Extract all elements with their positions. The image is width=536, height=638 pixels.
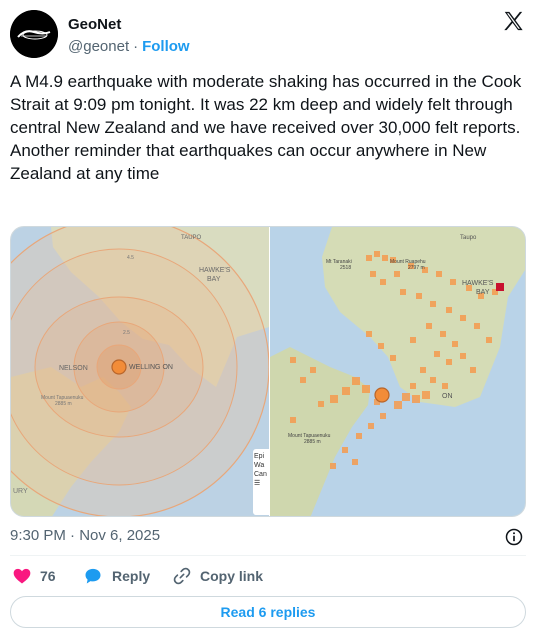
intensity-map-graphic: TAUPO HAWKE'S BAY NELSON WELLING ON 2.5 4… — [11, 227, 269, 516]
map-legend-panel[interactable]: Epi Wa Can ☰ — [253, 449, 269, 515]
label-nelson: NELSON — [59, 365, 88, 372]
timestamp-row: 9:30 PM · Nov 6, 2025 — [10, 527, 526, 547]
label-contour-25: 2.5 — [123, 330, 130, 336]
link-icon — [173, 567, 191, 585]
avatar[interactable] — [10, 10, 58, 58]
label-wellington: WELLING ON — [129, 364, 173, 371]
like-count: 76 — [40, 568, 56, 584]
handle-row: @geonet · Follow — [68, 38, 190, 55]
felt-report-marker-hawkes-bay[interactable] — [496, 283, 504, 291]
like-button[interactable]: 76 — [12, 564, 56, 588]
copy-link-label: Copy link — [200, 568, 264, 584]
reply-bubble-icon — [85, 568, 101, 584]
legend-can: Can — [254, 471, 267, 478]
label-bottom-left: URY — [13, 488, 28, 495]
epicentre-marker[interactable] — [374, 387, 390, 403]
read-replies-button[interactable]: Read 6 replies — [10, 596, 526, 628]
tweet-timestamp[interactable]: 9:30 PM · Nov 6, 2025 — [10, 527, 160, 544]
tweet-text: A M4.9 earthquake with moderate shaking … — [10, 72, 522, 183]
account-handle[interactable]: @geonet — [68, 38, 129, 55]
label-taupo: TAUPO — [181, 235, 202, 241]
legend-wa: Wa — [254, 462, 265, 469]
copy-link-button[interactable]: Copy link — [172, 564, 263, 588]
legend-menu-icon[interactable]: ☰ — [254, 479, 268, 488]
epicentre-marker[interactable] — [111, 359, 127, 375]
reply-label: Reply — [112, 568, 151, 584]
label-taupo: Taupo — [460, 235, 477, 241]
heart-icon — [13, 568, 31, 584]
label-wellington-fragment: ON — [442, 393, 453, 400]
tweet-actions: 76 Reply Copy link — [10, 564, 526, 588]
follow-button[interactable]: Follow — [142, 38, 190, 55]
account-name[interactable]: GeoNet — [68, 16, 121, 33]
label-contour-45: 4.5 — [127, 255, 134, 261]
geonet-logo-icon — [10, 10, 58, 58]
tweet-header: GeoNet @geonet · Follow — [10, 10, 526, 58]
separator-dot: · — [133, 38, 139, 55]
x-logo-icon[interactable] — [502, 10, 524, 32]
separator-line — [10, 555, 526, 556]
info-icon[interactable] — [504, 527, 524, 547]
felt-reports-map[interactable]: Taupo Mt Taranaki 2518 Mount Ruapehu 2797 … — [270, 227, 525, 516]
reply-button[interactable]: Reply — [82, 564, 150, 588]
tweet-media[interactable]: TAUPO HAWKE'S BAY NELSON WELLING ON 2.5 4… — [10, 226, 526, 517]
intensity-map[interactable]: TAUPO HAWKE'S BAY NELSON WELLING ON 2.5 4… — [11, 227, 269, 516]
legend-epi: Epi — [254, 453, 265, 460]
felt-reports-map-graphic: Taupo Mt Taranaki 2518 Mount Ruapehu 2797 … — [270, 227, 525, 516]
